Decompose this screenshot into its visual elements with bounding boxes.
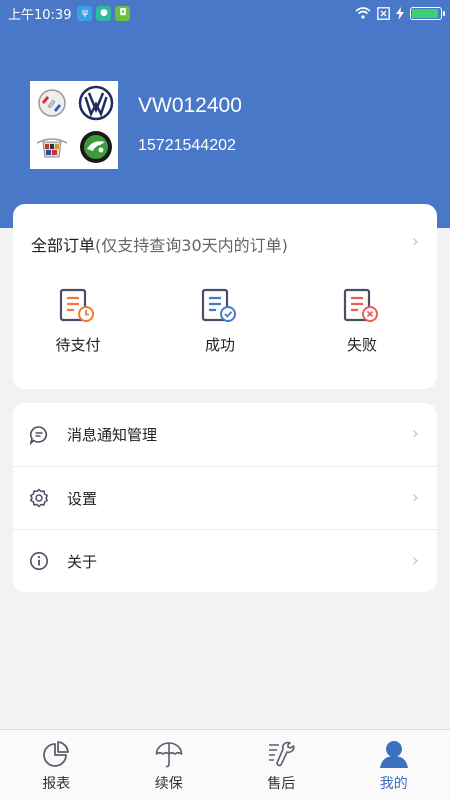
order-failed-icon xyxy=(343,288,378,322)
brand-logos xyxy=(30,81,118,169)
message-icon xyxy=(29,425,49,445)
order-success-label: 成功 xyxy=(204,336,235,354)
account-id: VW012400 xyxy=(138,94,242,117)
pending-payment-icon xyxy=(59,288,94,322)
tab-reports[interactable]: 报表 xyxy=(0,730,113,800)
phone-number: 15721544202 xyxy=(138,137,236,154)
menu-label-notifications: 消息通知管理 xyxy=(67,426,158,444)
status-time: 上午10:39 xyxy=(8,7,72,23)
umbrella-icon xyxy=(155,742,183,768)
android-icon: ◘ xyxy=(115,5,131,21)
menu-item-settings[interactable]: 设置 › xyxy=(13,466,437,529)
no-sim-icon xyxy=(377,6,390,20)
order-success[interactable]: 成功 xyxy=(180,288,260,355)
order-failed[interactable]: 失败 xyxy=(322,288,402,355)
info-icon xyxy=(29,551,49,571)
chevron-right-icon: › xyxy=(411,487,419,508)
charging-icon xyxy=(396,6,404,20)
menu-item-about[interactable]: 关于 › xyxy=(13,529,437,592)
tab-label-renewal: 续保 xyxy=(154,776,183,792)
tab-label-mine: 我的 xyxy=(379,776,408,792)
all-orders-link[interactable]: 全部订单(仅支持查询30天内的订单) xyxy=(31,232,288,256)
buick-logo xyxy=(38,89,66,117)
chevron-right-icon: › xyxy=(411,423,419,444)
gear-icon xyxy=(29,488,49,508)
tab-label-reports: 报表 xyxy=(42,776,71,792)
tab-mine[interactable]: 我的 xyxy=(338,730,450,800)
order-success-icon xyxy=(201,288,236,322)
order-pending-label: 待支付 xyxy=(55,336,101,354)
tab-renewal[interactable]: 续保 xyxy=(113,730,226,800)
menu-label-about: 关于 xyxy=(67,552,98,571)
menu-card: 消息通知管理 › 设置 › 关于 › xyxy=(13,403,437,592)
usb-icon: ψ xyxy=(77,5,93,21)
battery-fill xyxy=(412,8,438,18)
chevron-right-icon: › xyxy=(411,550,419,571)
order-pending-payment[interactable]: 待支付 xyxy=(38,288,118,355)
tab-label-after-sales: 售后 xyxy=(267,776,296,792)
skoda-logo xyxy=(80,131,112,163)
orders-card: 全部订单(仅支持查询30天内的订单) › 待支付 成功 失败 xyxy=(13,204,437,389)
battery-icon xyxy=(410,6,445,20)
tab-after-sales[interactable]: 售后 xyxy=(225,730,338,800)
app-notification-icon: ● xyxy=(96,5,112,21)
pie-chart-icon xyxy=(43,741,70,767)
order-failed-label: 失败 xyxy=(346,336,377,354)
wrench-icon xyxy=(269,741,295,767)
all-orders-title: 全部订单 xyxy=(31,236,96,255)
menu-label-settings: 设置 xyxy=(67,489,98,508)
bottom-tab-bar: 报表 续保 售后 我的 xyxy=(0,729,450,800)
user-icon xyxy=(379,741,408,768)
menu-item-notifications[interactable]: 消息通知管理 › xyxy=(13,403,437,466)
wifi-icon xyxy=(355,7,371,19)
status-bar: 上午10:39 ψ ● ◘ xyxy=(0,0,450,26)
all-orders-note: (仅支持查询30天内的订单) xyxy=(95,236,288,255)
volkswagen-logo xyxy=(78,85,114,121)
chevron-right-icon: › xyxy=(411,231,419,252)
cadillac-logo xyxy=(36,138,68,158)
